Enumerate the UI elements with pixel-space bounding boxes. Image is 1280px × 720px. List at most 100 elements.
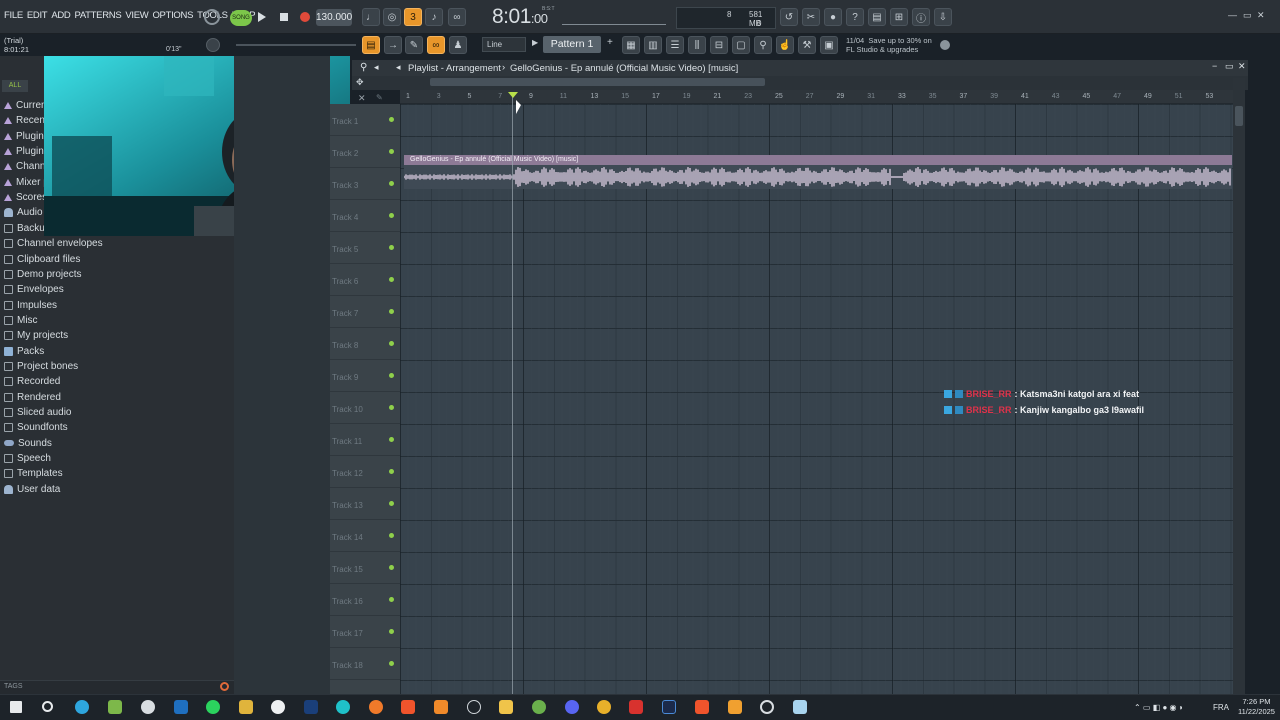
telegram-icon[interactable] — [75, 700, 89, 714]
stop-button[interactable] — [280, 13, 288, 21]
browser-item[interactable]: Misc — [4, 315, 38, 326]
app-icon[interactable] — [662, 700, 676, 714]
app-icon[interactable] — [239, 700, 253, 714]
vscode-icon[interactable] — [174, 700, 188, 714]
countdown-icon[interactable]: 3 — [404, 8, 422, 26]
tempo-display[interactable]: 130.000 — [316, 9, 352, 26]
info-icon[interactable]: ⓘ — [912, 8, 930, 26]
track-mute-led[interactable] — [389, 629, 394, 634]
browser-item[interactable]: Channel envelopes — [4, 238, 103, 249]
browser-item[interactable]: Speech — [4, 453, 51, 464]
minimize-window-icon[interactable]: — — [1228, 10, 1237, 20]
playlist-minimize-icon[interactable]: − — [1212, 61, 1217, 71]
download-icon[interactable]: ⇩ — [934, 8, 952, 26]
browser-item[interactable]: Templates — [4, 468, 63, 479]
app-icon[interactable] — [141, 700, 155, 714]
horizontal-scrollbar[interactable] — [430, 78, 765, 86]
timeline-ruler[interactable]: 1 3 5 7 9 11 13 15 17 19 21 23 25 27 29 31 33 35 37 39 41 43 4… — [400, 90, 1233, 104]
app-icon[interactable] — [434, 700, 448, 714]
track-mute-led[interactable] — [389, 149, 394, 154]
stamp-icon[interactable]: ♟ — [449, 36, 467, 54]
zoom-icon[interactable]: ⚲ — [360, 62, 367, 73]
menu-options[interactable]: OPTIONS — [152, 10, 193, 21]
browser-item[interactable]: Soundfonts — [4, 422, 68, 433]
app-icon[interactable] — [629, 700, 643, 714]
snap-select[interactable]: Line — [482, 37, 526, 52]
browser-item[interactable]: Envelopes — [4, 284, 64, 295]
record-mode-icon[interactable] — [204, 9, 220, 25]
track-mute-led[interactable] — [389, 661, 394, 666]
undo-icon[interactable]: ↺ — [780, 8, 798, 26]
pattern-selector[interactable]: Pattern 1 — [543, 36, 601, 53]
browser-item[interactable]: Clipboard files — [4, 254, 80, 265]
menu-add[interactable]: ADD — [51, 10, 70, 21]
tool-icon[interactable]: ✎ — [376, 93, 383, 102]
playhead-marker-icon[interactable] — [508, 92, 518, 98]
playlist-toggle-icon[interactable]: ▤ — [362, 36, 380, 54]
tools-icon[interactable]: ⚒ — [798, 36, 816, 54]
track-mute-led[interactable] — [389, 437, 394, 442]
tray-icons[interactable]: ⌃ ▭ ◧ ● ◉ ◗ — [1134, 703, 1184, 712]
track-mute-led[interactable] — [389, 469, 394, 474]
app-icon[interactable] — [760, 700, 774, 714]
vertical-scroll-thumb[interactable] — [1235, 106, 1243, 126]
track-mute-led[interactable] — [389, 277, 394, 282]
browser-item[interactable]: User data — [4, 484, 60, 495]
spotify-icon[interactable] — [206, 700, 220, 714]
nav-arrow-icon[interactable]: ◂ — [396, 62, 401, 73]
obs-icon[interactable] — [271, 700, 285, 714]
track-header[interactable]: Track 7 — [330, 296, 400, 328]
search-icon[interactable] — [42, 701, 53, 712]
browser-item[interactable]: Recorded — [4, 376, 60, 387]
track-mute-led[interactable] — [389, 405, 394, 410]
pattern-add-icon[interactable]: + — [607, 37, 613, 48]
browser-item[interactable]: Audio — [4, 207, 43, 218]
close-pattern-icon[interactable]: ✕ — [358, 93, 366, 104]
browser-item[interactable]: Sliced audio — [4, 407, 71, 418]
playlist-maximize-icon[interactable]: ▭ — [1225, 61, 1234, 72]
track-header[interactable]: Track 18 — [330, 648, 400, 680]
browser-tab-all[interactable]: ALL — [2, 80, 28, 92]
app-icon[interactable] — [793, 700, 807, 714]
playlist-grid[interactable] — [400, 104, 1233, 696]
channel-rack-icon[interactable]: ☰ — [666, 36, 684, 54]
track-header[interactable]: Track 2 — [330, 136, 400, 168]
browser-item[interactable]: Packs — [4, 346, 44, 357]
close-window-icon[interactable]: ✕ — [1257, 10, 1265, 21]
app-icon[interactable] — [336, 700, 350, 714]
track-header[interactable]: Track 16 — [330, 584, 400, 616]
track-mute-led[interactable] — [389, 245, 394, 250]
maximize-window-icon[interactable]: ▭ — [1243, 10, 1252, 21]
app-icon[interactable] — [467, 700, 481, 714]
play-button[interactable] — [258, 12, 266, 22]
link-icon[interactable]: ∞ — [427, 36, 445, 54]
track-header[interactable]: Track 3 — [330, 168, 400, 200]
news-panel[interactable]: 11/04 Save up to 30% on FL Studio & upgr… — [846, 36, 932, 54]
folder-icon[interactable] — [499, 700, 513, 714]
browser-item[interactable]: Demo projects — [4, 269, 81, 280]
fl-studio-icon[interactable] — [728, 700, 742, 714]
file-icon[interactable]: ▢ — [732, 36, 750, 54]
chrome-icon[interactable] — [597, 700, 611, 714]
metronome-icon[interactable]: ♩ — [362, 8, 380, 26]
touch-keyboard-icon[interactable]: ☝ — [776, 36, 794, 54]
track-mute-led[interactable] — [389, 373, 394, 378]
tags-search-icon[interactable] — [220, 682, 229, 691]
plugin-picker-icon[interactable]: ⚲ — [754, 36, 772, 54]
track-header[interactable]: Track 14 — [330, 520, 400, 552]
wait-icon[interactable]: ◎ — [383, 8, 401, 26]
photoshop-icon[interactable] — [304, 700, 318, 714]
arrow-right-icon[interactable]: → — [384, 36, 402, 54]
browser-item[interactable]: Rendered — [4, 392, 61, 403]
track-mute-led[interactable] — [389, 117, 394, 122]
menu-view[interactable]: VIEW — [125, 10, 148, 21]
windows-start-icon[interactable] — [10, 701, 22, 713]
brave-icon[interactable] — [401, 700, 415, 714]
playlist-view-icon[interactable]: ▦ — [622, 36, 640, 54]
track-mute-led[interactable] — [389, 309, 394, 314]
track-mute-led[interactable] — [389, 565, 394, 570]
mixer-icon[interactable]: ⊞ — [890, 8, 908, 26]
track-mute-led[interactable] — [389, 533, 394, 538]
menu-edit[interactable]: EDIT — [27, 10, 48, 21]
menu-file[interactable]: FILE — [4, 10, 23, 21]
